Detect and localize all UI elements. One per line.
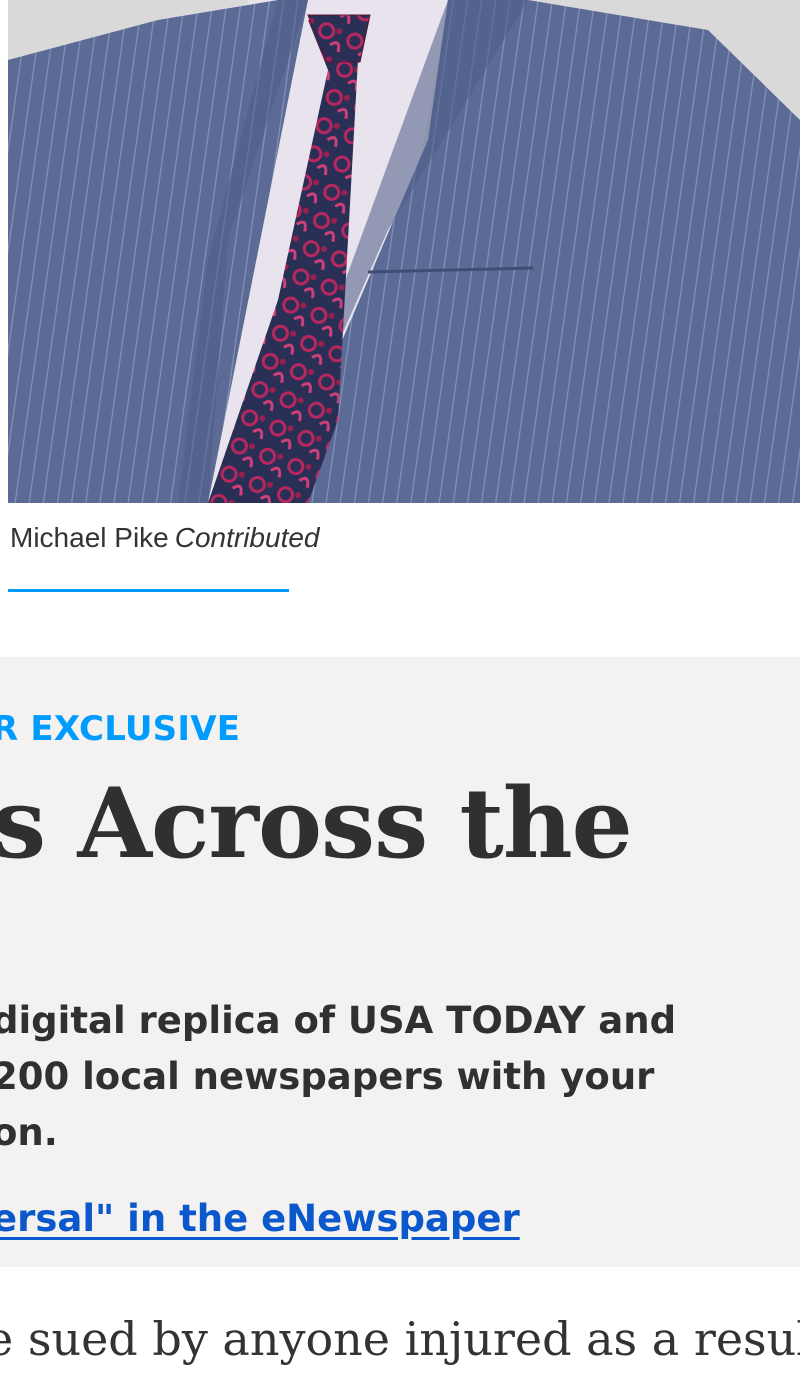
promo-body: digital replica of USA TODAY and 200 loc… <box>0 993 800 1161</box>
caption-divider <box>8 589 289 592</box>
promo-eyebrow: R EXCLUSIVE <box>0 709 241 749</box>
promo-body-line: on. <box>0 1111 58 1154</box>
article-body-line: e sued by anyone injured as a result of <box>0 1312 800 1366</box>
article-photo <box>8 0 800 503</box>
caption-credit: Contributed <box>174 522 320 553</box>
promo-body-line: 200 local newspapers with your <box>0 1055 655 1098</box>
promo-headline: s Across the <box>0 767 633 880</box>
enewspaper-link[interactable]: ersal" in the eNewspaper <box>0 1197 520 1240</box>
caption-name: Michael Pike <box>10 522 169 553</box>
enewspaper-promo: R EXCLUSIVE s Across the digital replica… <box>0 657 800 1267</box>
suit-photo-illustration <box>8 0 800 503</box>
promo-body-line: digital replica of USA TODAY and <box>0 999 677 1042</box>
photo-caption: Michael Pike Contributed <box>10 522 320 554</box>
